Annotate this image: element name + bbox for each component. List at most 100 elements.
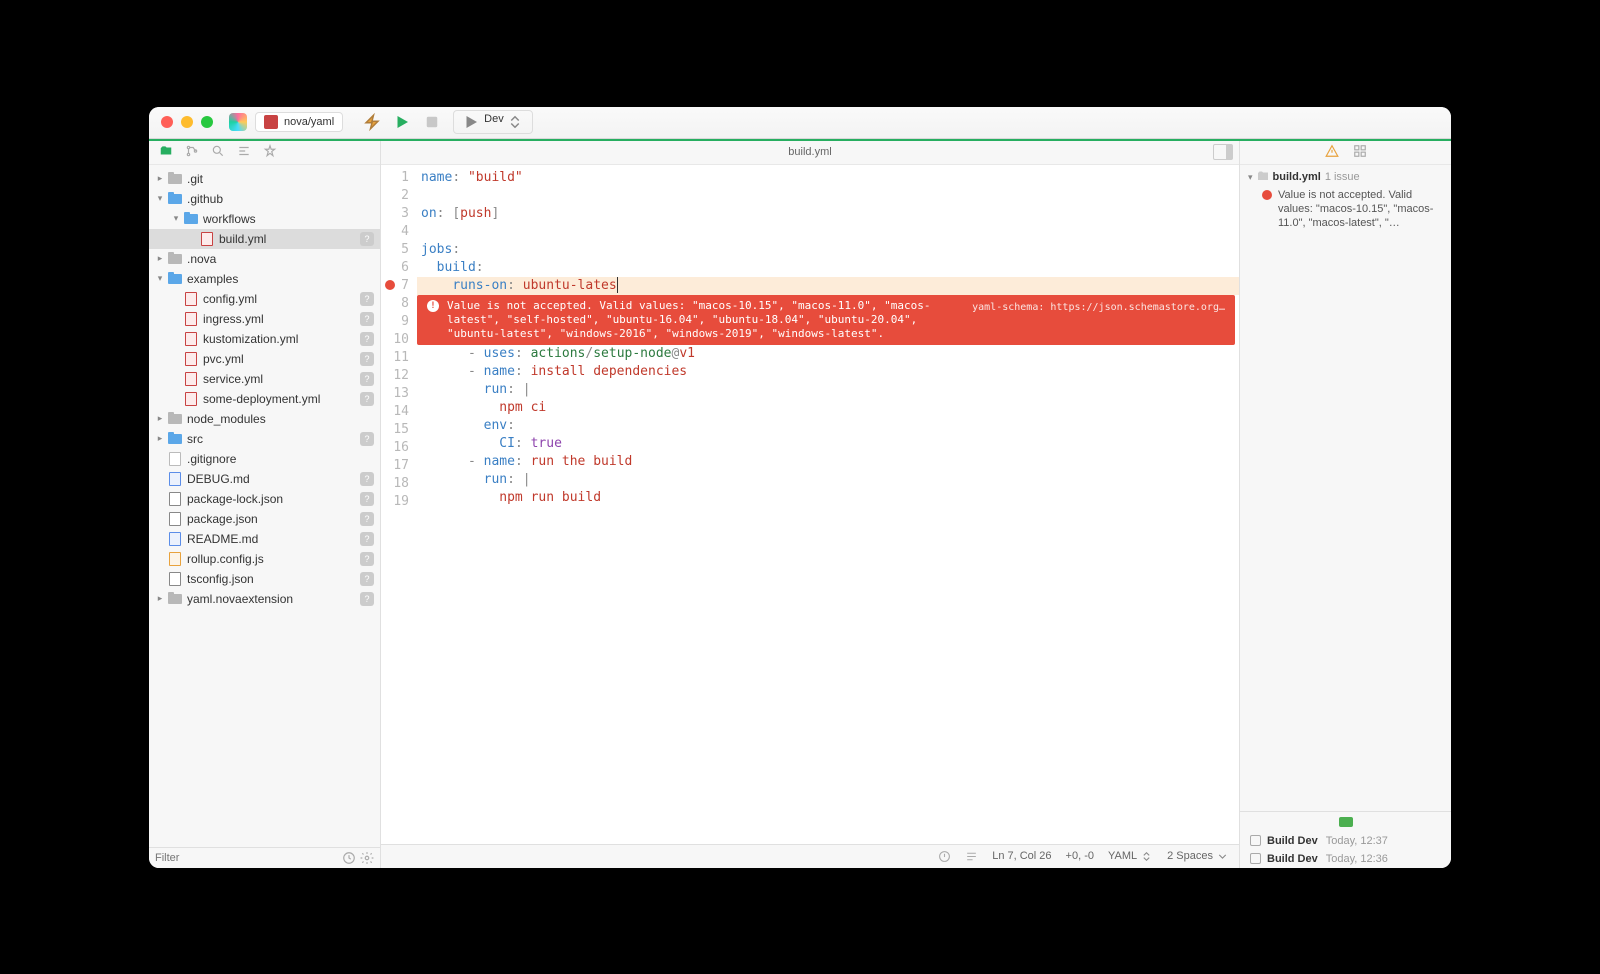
code-line[interactable]: jobs: xyxy=(417,241,1239,259)
clock-icon[interactable] xyxy=(342,851,356,865)
disclosure-triangle[interactable]: ▸ xyxy=(155,433,165,444)
file-icon xyxy=(183,332,199,346)
error-icon: ! xyxy=(427,300,439,312)
code-line[interactable]: - name: run the build xyxy=(417,453,1239,471)
issues-file-header[interactable]: ▾ build.yml 1 issue xyxy=(1248,171,1443,184)
tree-folder[interactable]: ▸src? xyxy=(149,429,380,449)
code-line[interactable] xyxy=(417,187,1239,205)
code-line[interactable] xyxy=(417,223,1239,241)
code-line[interactable]: run: | xyxy=(417,471,1239,489)
clean-icon[interactable] xyxy=(363,113,381,131)
tree-file[interactable]: rollup.config.js? xyxy=(149,549,380,569)
symbols-icon[interactable] xyxy=(237,144,251,161)
run-icon[interactable] xyxy=(393,113,411,131)
close-window-button[interactable] xyxy=(161,116,173,128)
tree-folder[interactable]: ▸.nova xyxy=(149,249,380,269)
filter-input[interactable] xyxy=(155,852,338,864)
text-stats-icon[interactable] xyxy=(965,850,978,863)
code-line[interactable]: run: | xyxy=(417,381,1239,399)
tree-file[interactable]: README.md? xyxy=(149,529,380,549)
tree-folder[interactable]: ▸node_modules xyxy=(149,409,380,429)
files-icon[interactable] xyxy=(159,144,173,161)
disclosure-triangle[interactable]: ▸ xyxy=(155,593,165,604)
file-icon xyxy=(167,512,183,526)
tree-file[interactable]: ingress.yml? xyxy=(149,309,380,329)
status-badge: ? xyxy=(360,232,374,246)
language-selector[interactable]: YAML xyxy=(1108,850,1153,863)
code-line[interactable]: name: "build" xyxy=(417,169,1239,187)
disclosure-triangle[interactable]: ▸ xyxy=(155,173,165,184)
error-gutter-icon[interactable] xyxy=(385,280,395,290)
status-badge: ? xyxy=(360,352,374,366)
code-line[interactable]: runs-on: ubuntu-lates xyxy=(417,277,1239,295)
run-history-item[interactable]: Build DevToday, 12:37 xyxy=(1240,832,1451,850)
tree-folder[interactable]: ▾ workflows xyxy=(149,209,380,229)
issues-indicator[interactable] xyxy=(938,850,951,863)
indent-selector[interactable]: 2 Spaces xyxy=(1167,850,1229,863)
tree-file[interactable]: .gitignore xyxy=(149,449,380,469)
file-tree[interactable]: ▸.git▾.github▾workflowsbuild.yml?▸.nova▾… xyxy=(149,165,380,847)
code-line[interactable]: npm run build xyxy=(417,489,1239,507)
tree-file[interactable]: config.yml? xyxy=(149,289,380,309)
tree-folder[interactable]: ▸.git xyxy=(149,169,380,189)
tree-file[interactable]: pvc.yml? xyxy=(149,349,380,369)
disclosure-triangle[interactable]: ▾ xyxy=(171,213,181,224)
tree-file[interactable]: package.json? xyxy=(149,509,380,529)
disclosure-triangle[interactable]: ▾ xyxy=(155,193,165,204)
terminal-icon[interactable] xyxy=(1339,817,1353,827)
tree-file[interactable]: kustomization.yml? xyxy=(149,329,380,349)
run-config-selector[interactable]: Dev xyxy=(453,110,533,134)
project-tab[interactable]: nova/yaml xyxy=(255,112,343,132)
disclosure-triangle[interactable]: ▸ xyxy=(155,253,165,264)
code-line[interactable]: CI: true xyxy=(417,435,1239,453)
stop-icon[interactable] xyxy=(423,113,441,131)
tree-file[interactable]: service.yml? xyxy=(149,369,380,389)
code-line[interactable]: - uses: actions/setup-node@v1 xyxy=(417,345,1239,363)
status-badge: ? xyxy=(360,592,374,606)
run-history-item[interactable]: Build DevToday, 12:36 xyxy=(1240,850,1451,868)
code-line[interactable]: - name: install dependencies xyxy=(417,363,1239,381)
settings-icon[interactable] xyxy=(360,851,374,865)
code-line[interactable]: on: [push] xyxy=(417,205,1239,223)
code-line[interactable]: npm ci xyxy=(417,399,1239,417)
runs-header xyxy=(1240,812,1451,832)
tree-item-label: workflows xyxy=(203,212,374,226)
issues-tab-icon[interactable] xyxy=(1325,144,1339,161)
tree-file[interactable]: tsconfig.json? xyxy=(149,569,380,589)
code-line[interactable]: build: xyxy=(417,259,1239,277)
run-checkbox[interactable] xyxy=(1250,853,1261,864)
code-line[interactable]: env: xyxy=(417,417,1239,435)
git-delta[interactable]: +0, -0 xyxy=(1066,850,1094,862)
split-pane-toggle[interactable] xyxy=(1213,144,1233,160)
issue-item[interactable]: Value is not accepted. Valid values: "ma… xyxy=(1248,188,1443,230)
tree-folder[interactable]: ▾examples xyxy=(149,269,380,289)
star-icon[interactable] xyxy=(263,144,277,161)
tree-folder[interactable]: ▾.github xyxy=(149,189,380,209)
tree-file[interactable]: DEBUG.md? xyxy=(149,469,380,489)
scm-icon[interactable] xyxy=(185,144,199,161)
sidebar-toolbar xyxy=(149,141,380,165)
tree-file[interactable]: package-lock.json? xyxy=(149,489,380,509)
file-icon xyxy=(167,552,183,566)
run-checkbox[interactable] xyxy=(1250,835,1261,846)
status-badge: ? xyxy=(360,552,374,566)
code-area[interactable]: name: "build" on: [push] jobs: build: ru… xyxy=(417,165,1239,844)
code-line[interactable] xyxy=(417,507,1239,525)
cursor-position[interactable]: Ln 7, Col 26 xyxy=(992,850,1051,862)
inline-error-banner[interactable]: !Value is not accepted. Valid values: "m… xyxy=(417,295,1235,345)
issues-count: 1 issue xyxy=(1325,171,1360,183)
status-badge: ? xyxy=(360,332,374,346)
tree-file[interactable]: build.yml? xyxy=(149,229,380,249)
zoom-window-button[interactable] xyxy=(201,116,213,128)
search-icon[interactable] xyxy=(211,144,225,161)
code-editor[interactable]: 12345678910111213141516171819 name: "bui… xyxy=(381,165,1239,844)
disclosure-triangle[interactable]: ▾ xyxy=(155,273,165,284)
grid-tab-icon[interactable] xyxy=(1353,144,1367,161)
disclosure-triangle[interactable]: ▸ xyxy=(155,413,165,424)
run-name: Build Dev xyxy=(1267,853,1318,865)
minimize-window-button[interactable] xyxy=(181,116,193,128)
tree-folder[interactable]: ▸yaml.novaextension? xyxy=(149,589,380,609)
file-icon xyxy=(183,372,199,386)
tree-file[interactable]: some-deployment.yml? xyxy=(149,389,380,409)
status-badge: ? xyxy=(360,372,374,386)
